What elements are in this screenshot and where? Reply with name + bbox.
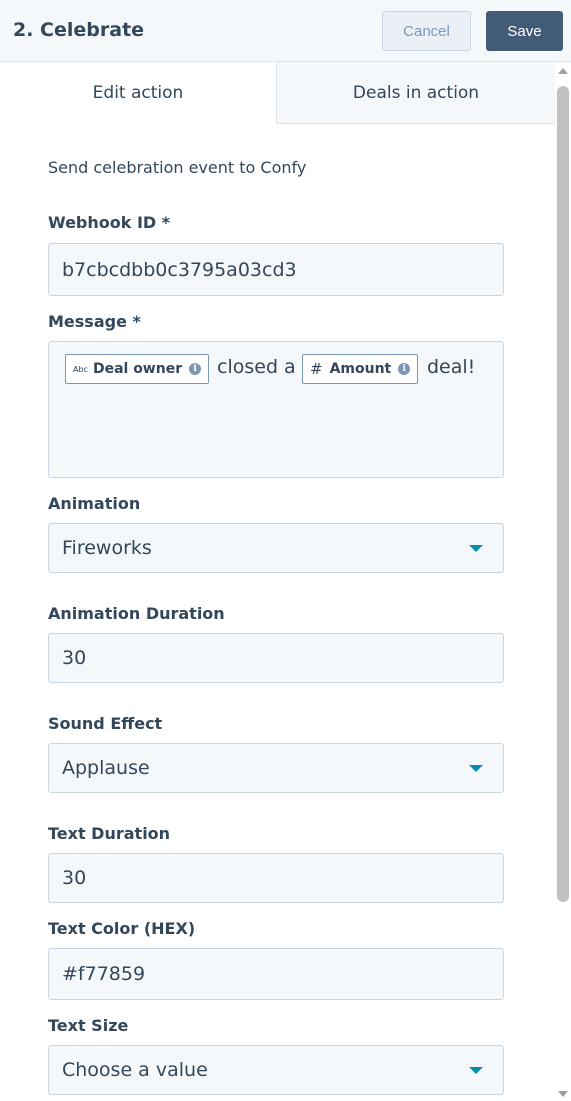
chevron-down-icon <box>469 545 483 552</box>
sound-effect-selected-value: Applause <box>62 757 150 779</box>
webhook-id-value: b7cbcdbb0c3795a03cd3 <box>62 258 297 281</box>
message-text-deal: deal! <box>427 356 476 378</box>
number-type-icon: # <box>310 360 323 378</box>
cancel-button[interactable]: Cancel <box>382 11 471 51</box>
text-duration-input[interactable]: 30 <box>48 853 504 903</box>
panel-title: 2. Celebrate <box>13 19 145 41</box>
sound-effect-select[interactable]: Applause <box>48 743 504 793</box>
animation-label: Animation <box>48 494 141 513</box>
amount-token[interactable]: # Amount i <box>302 354 419 384</box>
animation-duration-input[interactable]: 30 <box>48 633 504 683</box>
text-type-icon: Abc <box>73 364 88 374</box>
message-label: Message * <box>48 312 141 331</box>
deal-owner-token[interactable]: Abc Deal owner i <box>65 354 210 384</box>
chevron-down-icon <box>469 765 483 772</box>
text-color-input[interactable]: #f77859 <box>48 948 504 1000</box>
chevron-down-icon <box>469 1067 483 1074</box>
sound-effect-label: Sound Effect <box>48 714 163 733</box>
info-icon[interactable]: i <box>189 363 202 375</box>
text-size-label: Text Size <box>48 1016 129 1035</box>
animation-duration-label: Animation Duration <box>48 604 225 623</box>
deal-owner-token-label: Deal owner <box>92 361 183 377</box>
scroll-up-arrow-icon[interactable] <box>558 68 568 74</box>
scrollbar-thumb[interactable] <box>557 86 569 902</box>
amount-token-label: Amount <box>329 361 392 377</box>
panel-header: 2. Celebrate Cancel Save <box>0 0 571 62</box>
tab-edit-action[interactable]: Edit action <box>0 62 276 124</box>
animation-select[interactable]: Fireworks <box>48 523 504 573</box>
animation-duration-value: 30 <box>62 647 87 669</box>
webhook-id-input[interactable]: b7cbcdbb0c3795a03cd3 <box>48 243 504 296</box>
text-duration-value: 30 <box>62 867 87 889</box>
text-color-label: Text Color (HEX) <box>48 919 196 938</box>
webhook-id-label: Webhook ID * <box>48 213 171 232</box>
tab-deals-in-action[interactable]: Deals in action <box>276 62 555 124</box>
message-editor[interactable]: Abc Deal owner i closed a # Amount i dea… <box>48 341 504 478</box>
scroll-down-arrow-icon[interactable] <box>558 1091 568 1097</box>
text-size-select[interactable]: Choose a value <box>48 1045 504 1095</box>
action-description: Send celebration event to Confy <box>48 158 307 177</box>
animation-selected-value: Fireworks <box>62 537 152 559</box>
save-button[interactable]: Save <box>486 11 563 51</box>
info-icon[interactable]: i <box>398 363 411 375</box>
text-duration-label: Text Duration <box>48 824 171 843</box>
tab-bar: Edit action Deals in action <box>0 62 555 124</box>
text-size-selected-value: Choose a value <box>62 1059 208 1081</box>
message-text-closed-a: closed a <box>217 356 296 378</box>
text-color-value: #f77859 <box>62 963 146 985</box>
